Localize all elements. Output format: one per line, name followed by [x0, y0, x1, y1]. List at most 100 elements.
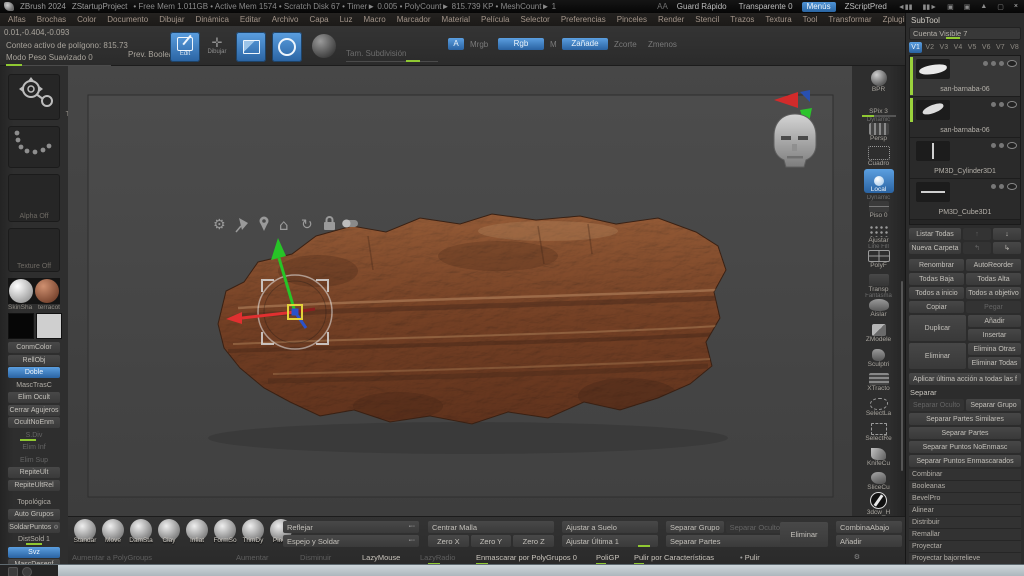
move-up-button[interactable]: ↑	[963, 228, 991, 240]
delete-hidden-button[interactable]: Elim Ocult	[8, 392, 60, 403]
merge-section[interactable]: Combinar	[909, 469, 1021, 481]
knife-curve-button[interactable]: KnifeCu	[856, 442, 902, 467]
secondary-color-swatch[interactable]	[36, 313, 62, 339]
quick-save-button[interactable]: Guard Rápido	[674, 2, 730, 11]
grow-polygroups-button[interactable]: Aumentar a PolyGroups	[72, 553, 152, 562]
eye-icon[interactable]	[1007, 60, 1017, 67]
switch-color-button[interactable]: ConmColor	[8, 342, 60, 353]
boolean-section[interactable]: Booleanas	[909, 481, 1021, 493]
current-tool-thumbnail[interactable]: Transpose	[8, 74, 60, 120]
menu-item[interactable]: Textura	[765, 15, 791, 24]
menu-item[interactable]: Dinámica	[196, 15, 229, 24]
brush-thumbnail[interactable]: TrimDy	[240, 519, 266, 544]
eye-icon[interactable]	[1007, 183, 1017, 190]
restore-window-icon[interactable]: ▢	[995, 3, 1006, 11]
rgb-button[interactable]: Rgb	[498, 38, 544, 50]
tab-v8[interactable]: V8	[1008, 42, 1021, 53]
move-out-button[interactable]: ↳	[993, 242, 1021, 254]
zero-y-button[interactable]: Zero Y	[471, 535, 512, 547]
lazyradius-slider[interactable]: LazyRadio	[420, 553, 455, 562]
zero-x-button[interactable]: Zero X	[428, 535, 469, 547]
adjust-last-slider-bottom[interactable]: Ajustar Última 1	[562, 535, 658, 547]
menu-item[interactable]: Dibujar	[159, 15, 184, 24]
edit-button[interactable]: Edit	[170, 32, 200, 62]
split-parts-button-bottom[interactable]: Separar Partes	[666, 535, 784, 547]
split-hidden-button-bottom[interactable]: Separar Oculto	[726, 521, 784, 533]
floor-button[interactable]: Dynamic Piso 0	[856, 195, 902, 220]
home-icon[interactable]: ⌂	[279, 216, 289, 234]
polish-by-features-slider[interactable]: Pulir por Características	[634, 553, 714, 562]
delete-others-button[interactable]: Elimina Otras	[968, 343, 1021, 355]
shrink-button[interactable]: Disminuir	[300, 553, 331, 562]
transparency-button[interactable]: Transp	[856, 269, 902, 294]
subdivision-slider[interactable]: Tam. Subdivisión	[346, 49, 438, 62]
slice-curve-button[interactable]: SliceCu	[856, 467, 902, 492]
reset-rotation-icon[interactable]: ↻	[301, 217, 313, 233]
repeat-last-button[interactable]: RepiteUlt	[8, 467, 60, 478]
tab-v4[interactable]: V4	[951, 42, 964, 53]
split-parts-button[interactable]: Separar Partes	[909, 427, 1021, 439]
bottom-status-bar[interactable]	[0, 564, 1024, 576]
viewport-canvas[interactable]: ⚙ ⌂ ↻	[68, 66, 852, 516]
rename-button[interactable]: Renombrar	[909, 259, 964, 271]
all-start-button[interactable]: Todos a inicio	[909, 287, 964, 299]
gear-icon[interactable]: ⚙	[213, 217, 226, 233]
layout-a-icon[interactable]: ▣	[945, 3, 956, 11]
autoreorder-button[interactable]: AutoReorder	[966, 259, 1021, 271]
subtool-item[interactable]: PM3D_Cube3D1	[910, 179, 1020, 220]
paste-button[interactable]: Pegar	[966, 301, 1021, 313]
append-button[interactable]: Añadir	[968, 315, 1021, 327]
zcut-button[interactable]: Zcorte	[614, 40, 637, 49]
all-low-button[interactable]: Todas Baja	[909, 273, 964, 285]
solo-button[interactable]: Fantasma Aislar	[856, 293, 902, 318]
tab-v3[interactable]: V3	[937, 42, 950, 53]
insert-button[interactable]: Insertar	[968, 329, 1021, 341]
brush-thumbnail[interactable]: Inflat	[184, 519, 210, 544]
delete-all-button[interactable]: Eliminar Todas	[968, 357, 1021, 369]
menu-item[interactable]: Material	[442, 15, 470, 24]
distribute-section[interactable]: Distribuir	[909, 517, 1021, 529]
mirror-weld-button[interactable]: Espejo y Soldar▪▫▫	[283, 535, 419, 547]
center-mesh-button[interactable]: Centrar Malla	[428, 521, 554, 533]
zadd-button[interactable]: Zañade	[562, 38, 608, 50]
menu-item[interactable]: Color	[77, 15, 96, 24]
brush-thumbnail[interactable]: FormSo	[212, 519, 238, 544]
menu-item[interactable]: Render	[658, 15, 684, 24]
repeat-last-rel-button[interactable]: RepiteUltRel	[8, 480, 60, 491]
main-color-swatch[interactable]	[8, 313, 34, 339]
delete-button[interactable]: Eliminar	[909, 343, 966, 369]
texture-thumbnail[interactable]: Texture Off	[8, 228, 60, 272]
mask-by-cavity-label[interactable]: MascTrasC	[8, 380, 60, 391]
bevelpro-section[interactable]: BevelPro	[909, 493, 1021, 505]
alpha-thumbnail[interactable]: Alpha Off	[8, 174, 60, 222]
zmodeler-button[interactable]: ZModele	[856, 318, 902, 343]
brush-thumbnail[interactable]: Clay	[156, 519, 182, 544]
brush-thumbnail[interactable]: DamSta	[128, 519, 154, 544]
menu-item[interactable]: Película	[481, 15, 509, 24]
new-folder-button[interactable]: Nueva Carpeta	[909, 242, 961, 254]
split-section-header[interactable]: Separar	[910, 388, 1021, 397]
menu-item[interactable]: Macro	[364, 15, 386, 24]
polygp-button[interactable]: PoliGP	[596, 553, 619, 562]
menu-item[interactable]: Documento	[107, 15, 148, 24]
menu-item[interactable]: Stencil	[695, 15, 719, 24]
toggle-icon[interactable]	[342, 220, 358, 228]
spotlight-dot-icon[interactable]	[22, 567, 32, 576]
close-icon[interactable]: ×	[1012, 3, 1020, 10]
double-button[interactable]: Doble	[8, 367, 60, 378]
split-masked-button[interactable]: Separar Puntos Enmascarados	[909, 455, 1021, 467]
zscript-pred-button[interactable]: ZScriptPred	[842, 2, 890, 11]
material-skinshade[interactable]	[9, 279, 33, 303]
tab-v6[interactable]: V6	[980, 42, 993, 53]
brush-thumbnail[interactable]: Standar	[72, 519, 98, 544]
auto-groups-button[interactable]: Auto Grupos	[8, 509, 60, 520]
mirror-button[interactable]: Reflejar▪▫▫	[283, 521, 419, 533]
tab-v7[interactable]: V7	[994, 42, 1007, 53]
close-holes-button[interactable]: Cerrar Agujeros	[8, 405, 60, 416]
mrgb-button[interactable]: Mrgb	[470, 40, 488, 49]
all-target-button[interactable]: Todos a objetivo	[966, 287, 1021, 299]
menu-item[interactable]: Preferencias	[561, 15, 606, 24]
grow-button[interactable]: Aumentar	[236, 553, 269, 562]
prev-ui-icon[interactable]: ◄▮▮	[896, 3, 915, 11]
snap-to-floor-button[interactable]: Ajustar a Suelo	[562, 521, 658, 533]
